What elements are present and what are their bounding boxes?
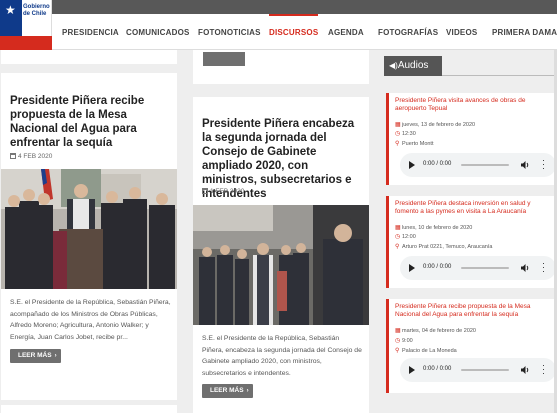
card-top-left-partial (1, 50, 177, 64)
player-time: 0:00 / 0:00 (423, 161, 452, 167)
audio-item-1: Presidente Piñera visita avances de obra… (386, 93, 557, 185)
audios-header: ◀)Audios (384, 56, 557, 76)
article-title[interactable]: Presidente Piñera recibe propuesta de la… (10, 94, 170, 150)
audio-item-3: Presidente Piñera recibe propuesta de la… (386, 299, 557, 393)
read-more-label: LEER MÁS (210, 387, 244, 394)
read-more-button[interactable]: LEER MÁS › (202, 384, 253, 398)
photo-cabinet-meeting (193, 205, 369, 325)
clock-icon: ◷ (395, 131, 401, 137)
audio-time-text: 9:00 (402, 338, 413, 344)
more-options-icon[interactable]: · · · (542, 259, 545, 276)
star-icon: ★ (5, 3, 16, 17)
audio-title[interactable]: Presidente Piñera destaca inversión en s… (395, 200, 545, 216)
audio-date-text: lunes, 10 de febrero de 2020 (402, 225, 473, 231)
calendar-icon (202, 188, 208, 194)
article-date-text: 4 FEB 2020 (18, 153, 53, 160)
divider (442, 75, 557, 76)
audio-player: 0:00 / 0:00 · · · (400, 358, 556, 382)
audio-date-text: jueves, 13 de febrero de 2020 (402, 122, 476, 128)
top-strip (0, 0, 557, 14)
article-description: S.E. el Presidente de la República, Seba… (10, 299, 171, 341)
play-icon[interactable] (409, 161, 415, 169)
photo-press-conference (1, 169, 177, 289)
article-date-text: 1 FEB 2020 (210, 188, 245, 195)
audio-time-text: 12:30 (402, 131, 416, 137)
progress-track[interactable] (461, 164, 509, 166)
calendar-icon: ▦ (395, 225, 401, 231)
player-time: 0:00 / 0:00 (423, 264, 452, 270)
nav-comunicados[interactable]: COMUNICADOS (126, 14, 190, 50)
article-card-1: Presidente Piñera recibe propuesta de la… (1, 73, 177, 400)
audio-time: ◷ 12:00 (395, 233, 416, 240)
audio-player: 0:00 / 0:00 · · · (400, 256, 556, 280)
nav-discursos[interactable]: DISCURSOS (269, 14, 319, 50)
read-more-button[interactable]: LEER MÁS › (10, 349, 61, 363)
nav-videos[interactable]: VIDEOS (446, 14, 477, 50)
progress-track[interactable] (461, 369, 509, 371)
location-pin-icon: ⚲ (395, 244, 400, 250)
nav-agenda[interactable]: AGENDA (328, 14, 364, 50)
audio-place: ⚲ Arturo Prat 0221, Temuco, Araucanía (395, 243, 492, 250)
volume-icon[interactable] (520, 365, 530, 375)
volume-icon[interactable] (520, 160, 530, 170)
audio-place: ⚲ Palacio de La Moneda (395, 347, 457, 354)
audio-title[interactable]: Presidente Piñera visita avances de obra… (395, 97, 545, 113)
audios-title: Audios (397, 60, 429, 71)
audio-time: ◷ 12:30 (395, 130, 416, 137)
calendar-icon: ▦ (395, 328, 401, 334)
nav-fotografias[interactable]: FOTOGRAFÍAS (378, 14, 438, 50)
article-date: 1 FEB 2020 (202, 188, 244, 195)
calendar-icon (10, 153, 16, 159)
volume-icon[interactable] (520, 263, 530, 273)
play-icon[interactable] (409, 264, 415, 272)
more-options-icon[interactable]: · · · (542, 156, 545, 173)
audio-place-text: Arturo Prat 0221, Temuco, Araucanía (402, 244, 493, 250)
nav-fotonoticias[interactable]: FOTONOTICIAS (198, 14, 261, 50)
play-icon[interactable] (409, 366, 415, 374)
logo-text: Gobierno de Chile (23, 4, 50, 17)
gobierno-logo[interactable]: ★ Gobierno de Chile (0, 0, 52, 50)
audio-date: ▦lunes, 10 de febrero de 2020 (395, 224, 472, 231)
clock-icon: ◷ (395, 338, 401, 344)
more-options-icon[interactable]: · · · (542, 361, 545, 378)
calendar-icon: ▦ (395, 122, 401, 128)
progress-track[interactable] (461, 267, 509, 269)
card-top-middle-partial (193, 50, 369, 84)
audio-date: ▦martes, 04 de febrero de 2020 (395, 327, 476, 334)
clock-icon: ◷ (395, 234, 401, 240)
main-nav: PRESIDENCIA COMUNICADOS FOTONOTICIAS DIS… (52, 14, 557, 50)
read-more-label: LEER MÁS (18, 352, 52, 359)
audios-tab: ◀)Audios (384, 56, 442, 76)
article-description: S.E. el Presidente de la República, Seba… (202, 335, 362, 377)
audio-player: 0:00 / 0:00 · · · (400, 153, 556, 177)
audio-place-text: Palacio de La Moneda (402, 348, 457, 354)
audio-title[interactable]: Presidente Piñera recibe propuesta de la… (395, 303, 545, 319)
audio-date: ▦jueves, 13 de febrero de 2020 (395, 121, 475, 128)
flag-red (0, 36, 52, 50)
article-card-2: Presidente Piñera encabeza la segunda jo… (193, 97, 369, 413)
audio-item-2: Presidente Piñera destaca inversión en s… (386, 196, 557, 288)
article-date: 4 FEB 2020 (10, 153, 52, 160)
chevron-right-icon: › (54, 353, 57, 359)
chevron-right-icon: › (246, 388, 249, 394)
audio-place-text: Puerto Montt (402, 141, 434, 147)
nav-presidencia[interactable]: PRESIDENCIA (62, 14, 119, 50)
location-pin-icon: ⚲ (395, 348, 400, 354)
audio-time: ◷ 9:00 (395, 337, 413, 344)
card-bottom-partial (1, 405, 177, 413)
article-photo[interactable] (1, 169, 177, 289)
audio-place: ⚲ Puerto Montt (395, 140, 434, 147)
audio-time-text: 12:00 (402, 234, 416, 240)
article-photo[interactable] (193, 205, 369, 325)
player-time: 0:00 / 0:00 (423, 366, 452, 372)
nav-primera-dama[interactable]: PRIMERA DAMA (492, 14, 557, 50)
read-more-button-partial[interactable] (203, 52, 245, 66)
speaker-icon: ◀) (389, 61, 398, 70)
location-pin-icon: ⚲ (395, 141, 400, 147)
audio-date-text: martes, 04 de febrero de 2020 (402, 328, 476, 334)
